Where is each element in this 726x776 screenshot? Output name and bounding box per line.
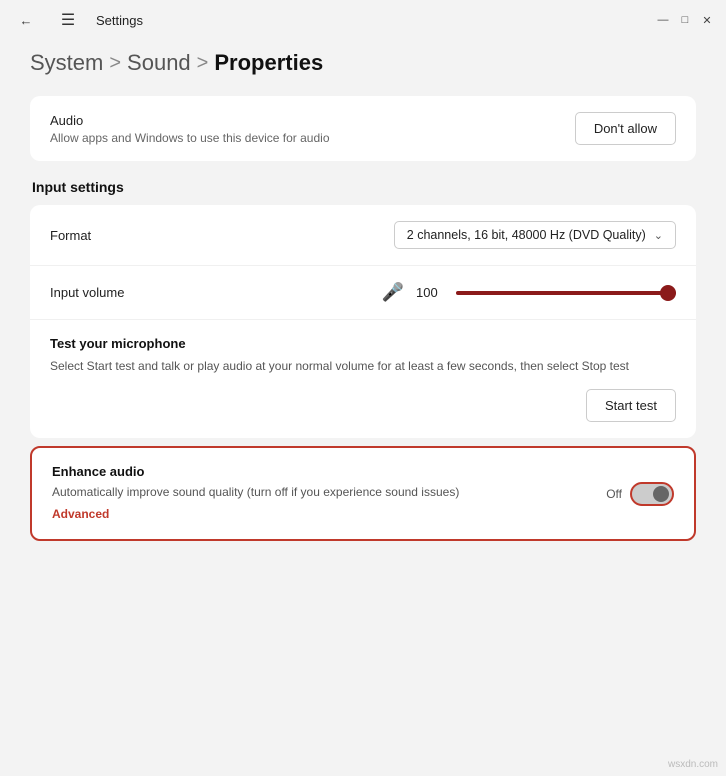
enhance-audio-card: Enhance audio Automatically improve soun… <box>30 446 696 541</box>
breadcrumb-sound[interactable]: Sound <box>127 50 191 76</box>
test-mic-row: Test your microphone Select Start test a… <box>30 320 696 438</box>
title-bar-left: ← ☰ Settings <box>12 6 143 34</box>
chevron-down-icon: ⌄ <box>654 229 663 242</box>
toggle-off-label: Off <box>606 487 622 501</box>
close-button[interactable]: ✕ <box>700 13 714 27</box>
audio-row: Audio Allow apps and Windows to use this… <box>30 96 696 161</box>
input-settings-label: Input settings <box>30 179 696 195</box>
watermark: wsxdn.com <box>668 759 718 770</box>
main-content: System > Sound > Properties Audio Allow … <box>0 40 726 776</box>
enhance-row: Enhance audio Automatically improve soun… <box>52 464 674 523</box>
breadcrumb-system[interactable]: System <box>30 50 103 76</box>
enhance-toggle[interactable] <box>630 482 674 506</box>
breadcrumb-separator-1: > <box>109 52 121 75</box>
breadcrumb-separator-2: > <box>197 52 209 75</box>
format-dropdown[interactable]: 2 channels, 16 bit, 48000 Hz (DVD Qualit… <box>394 221 676 249</box>
format-value: 2 channels, 16 bit, 48000 Hz (DVD Qualit… <box>407 228 646 242</box>
test-mic-desc: Select Start test and talk or play audio… <box>50 357 676 375</box>
enhance-desc: Automatically improve sound quality (tur… <box>52 483 606 501</box>
start-test-button[interactable]: Start test <box>586 389 676 422</box>
window-title: Settings <box>96 13 143 28</box>
volume-row: Input volume 🎤 100 <box>30 266 696 320</box>
hamburger-button[interactable]: ☰ <box>54 6 82 34</box>
enhance-label-group: Enhance audio Automatically improve soun… <box>52 464 606 523</box>
test-mic-content: Test your microphone Select Start test a… <box>50 336 676 422</box>
title-bar: ← ☰ Settings — □ ✕ <box>0 0 726 40</box>
volume-value: 100 <box>416 285 444 300</box>
volume-controls: 🎤 100 <box>382 282 676 303</box>
test-mic-label: Test your microphone <box>50 336 676 351</box>
breadcrumb: System > Sound > Properties <box>30 50 696 76</box>
audio-sublabel: Allow apps and Windows to use this devic… <box>50 131 330 145</box>
microphone-icon: 🎤 <box>382 282 404 303</box>
audio-card: Audio Allow apps and Windows to use this… <box>30 96 696 161</box>
back-button[interactable]: ← <box>12 6 40 34</box>
audio-label: Audio <box>50 113 330 128</box>
format-row: Format 2 channels, 16 bit, 48000 Hz (DVD… <box>30 205 696 266</box>
toggle-thumb <box>653 486 669 502</box>
audio-label-group: Audio Allow apps and Windows to use this… <box>50 113 330 145</box>
volume-label: Input volume <box>50 285 124 300</box>
enhance-label: Enhance audio <box>52 464 606 479</box>
input-settings-card: Format 2 channels, 16 bit, 48000 Hz (DVD… <box>30 205 696 438</box>
minimize-button[interactable]: — <box>656 13 670 27</box>
restore-button[interactable]: □ <box>678 13 692 27</box>
dont-allow-button[interactable]: Don't allow <box>575 112 676 145</box>
window-controls: — □ ✕ <box>656 13 714 27</box>
breadcrumb-current: Properties <box>214 50 323 76</box>
volume-slider[interactable] <box>456 291 676 295</box>
toggle-container: Off <box>606 482 674 506</box>
test-mic-footer: Start test <box>50 389 676 422</box>
advanced-link[interactable]: Advanced <box>52 507 109 521</box>
format-label: Format <box>50 228 91 243</box>
